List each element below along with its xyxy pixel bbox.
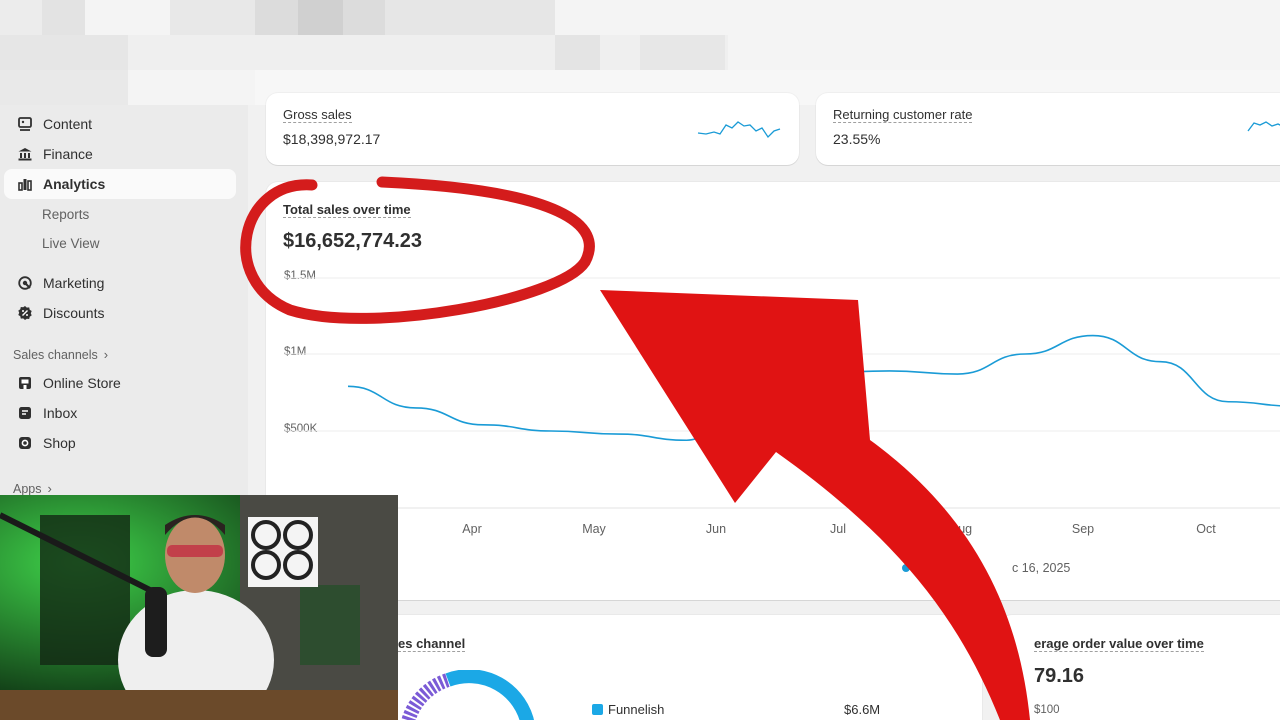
sidebar-item-analytics[interactable]: Analytics bbox=[4, 169, 236, 199]
sidebar-item-label: Analytics bbox=[43, 176, 106, 192]
main-content: Gross sales $18,398,972.17 Returning cus… bbox=[248, 93, 1280, 720]
webcam-overlay bbox=[0, 495, 398, 720]
sidebar-item-inbox[interactable]: Inbox bbox=[4, 398, 236, 428]
sidebar-item-label: Shop bbox=[43, 435, 76, 451]
returning-rate-label: Returning customer rate bbox=[833, 107, 973, 123]
discount-icon bbox=[16, 305, 33, 322]
x-tick-label: May bbox=[582, 522, 606, 536]
aov-value: 79.16 bbox=[1034, 665, 1085, 687]
sidebar-item-label: Marketing bbox=[43, 275, 105, 291]
chevron-right-icon: › bbox=[47, 481, 52, 496]
target-icon bbox=[16, 275, 33, 292]
x-tick-label: Apr bbox=[462, 522, 482, 536]
returning-rate-card[interactable]: Returning customer rate 23.55% bbox=[816, 93, 1280, 165]
sales-series-line bbox=[347, 334, 1280, 442]
sidebar-item-label: Inbox bbox=[43, 405, 78, 421]
sidebar-subitem-live-view[interactable]: Live View bbox=[42, 236, 100, 251]
chart-legend-tail: c 16, 2025 bbox=[1012, 561, 1070, 575]
apps-label: Apps bbox=[13, 481, 42, 496]
funnelish-swatch bbox=[592, 704, 603, 715]
sidebar-item-label: Discounts bbox=[43, 305, 105, 321]
shop-icon bbox=[16, 435, 33, 452]
chart-legend[interactable]: Ma bbox=[902, 561, 935, 575]
funnelish-value: $6.6M bbox=[844, 702, 881, 717]
legend-label-end: c 16, 2025 bbox=[1012, 561, 1071, 575]
storefront-icon bbox=[16, 375, 33, 392]
x-tick-label: Aug bbox=[949, 522, 973, 536]
sidebar-item-label: Content bbox=[43, 116, 93, 132]
sidebar-item-finance[interactable]: Finance bbox=[4, 139, 236, 169]
total-sales-line-chart bbox=[284, 277, 1280, 509]
funnelish-label: Funnelish bbox=[608, 702, 665, 717]
streamer-video-illustration bbox=[0, 495, 398, 720]
apps-section[interactable]: Apps › bbox=[13, 481, 52, 496]
sidebar-item-label: Finance bbox=[43, 146, 93, 162]
sidebar-item-discounts[interactable]: Discounts bbox=[4, 298, 236, 328]
chevron-right-icon: › bbox=[103, 347, 109, 362]
content-icon bbox=[16, 116, 33, 133]
blurred-header bbox=[0, 0, 1280, 105]
returning-rate-sparkline bbox=[1247, 121, 1280, 132]
gross-sales-card[interactable]: Gross sales $18,398,972.17 bbox=[266, 93, 799, 165]
aov-title[interactable]: erage order value over time bbox=[1034, 636, 1204, 652]
legend-dot bbox=[902, 564, 910, 572]
sales-by-channel-title[interactable]: es channel bbox=[398, 636, 466, 652]
sales-channels-label: Sales channels bbox=[13, 347, 98, 362]
x-tick-label: Oct bbox=[1196, 522, 1216, 536]
gross-sales-value: $18,398,972.17 bbox=[283, 131, 381, 147]
gross-sales-sparkline bbox=[697, 121, 781, 139]
sidebar-subitem-reports[interactable]: Reports bbox=[42, 207, 89, 222]
aov-y-tick-label: $100 bbox=[1034, 704, 1060, 716]
sidebar-item-label: Online Store bbox=[43, 375, 121, 391]
legend-label-start: Ma bbox=[918, 561, 936, 575]
returning-rate-value: 23.55% bbox=[833, 131, 881, 147]
bar-chart-icon bbox=[16, 176, 33, 193]
x-tick-label: Sep bbox=[1071, 522, 1095, 536]
total-sales-card: Total sales over time $16,652,774.23 $1.… bbox=[266, 182, 1280, 600]
inbox-icon bbox=[16, 405, 33, 422]
bank-icon bbox=[16, 146, 33, 163]
sidebar-item-marketing[interactable]: Marketing bbox=[4, 268, 236, 298]
gross-sales-label: Gross sales bbox=[283, 107, 352, 123]
channel-donut-chart bbox=[401, 670, 534, 720]
sidebar-item-content[interactable]: Content bbox=[4, 109, 236, 139]
sidebar-item-online-store[interactable]: Online Store bbox=[4, 368, 236, 398]
aov-card: erage order value over time 79.16 $100 bbox=[1000, 615, 1280, 720]
sidebar-item-shop[interactable]: Shop bbox=[4, 428, 236, 458]
sales-by-channel-card: es channel Funnelish $6.6M bbox=[368, 615, 982, 720]
x-tick-label: Jun bbox=[705, 522, 727, 536]
x-tick-label: Jul bbox=[830, 522, 846, 536]
sales-channels-section[interactable]: Sales channels › bbox=[13, 347, 108, 362]
